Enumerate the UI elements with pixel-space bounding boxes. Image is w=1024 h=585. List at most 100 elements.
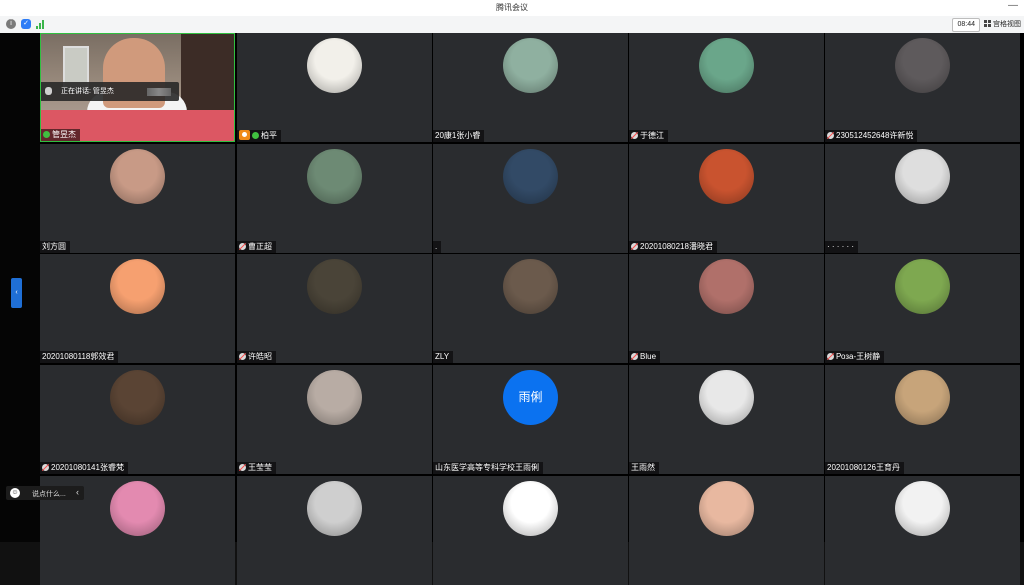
participant-name-tag: 柏平 xyxy=(237,130,281,142)
waveform-icon xyxy=(147,88,171,96)
meeting-toolbar: i ✓ 08:44 宫格视图 xyxy=(0,16,1024,34)
participant-tile[interactable]: 20康1张小睿 xyxy=(433,33,628,142)
participant-avatar xyxy=(503,38,558,93)
participant-avatar xyxy=(699,370,754,425)
host-icon xyxy=(239,130,250,140)
participant-tile[interactable]: · · · · · · xyxy=(825,144,1020,253)
participant-tile[interactable]: 曹正超 xyxy=(237,144,432,253)
participant-avatar xyxy=(895,38,950,93)
grid-view-button[interactable]: 宫格视图 xyxy=(984,19,1024,29)
video-grid: 正在讲话: 管昱杰 管昱杰 柏平 20康1张小睿 于德江 230512452648许新悦刘… xyxy=(40,33,1024,585)
participant-name-tag: 20201080141张睿梵 xyxy=(40,462,128,474)
participant-name: 管昱杰 xyxy=(52,130,76,139)
participant-avatar xyxy=(699,259,754,314)
participant-name-tag: · · · · · · xyxy=(825,241,859,253)
participant-name: 山东医学高等专科学校王雨俐 xyxy=(435,463,539,472)
participant-tile[interactable]: 王莹莹 xyxy=(237,365,432,474)
speaking-text: 正在讲话: 管昱杰 xyxy=(61,88,114,95)
mic-muted-icon xyxy=(42,464,49,471)
participant-tile[interactable]: 20201080126王育丹 xyxy=(825,365,1020,474)
participant-tile[interactable]: 王雨然 xyxy=(629,365,824,474)
participant-tile[interactable]: 于德江 xyxy=(629,33,824,142)
mic-muted-icon xyxy=(827,353,834,360)
participant-name: · · · · · · xyxy=(827,242,855,251)
participant-avatar xyxy=(699,149,754,204)
participant-name: 柏平 xyxy=(261,131,277,140)
participant-tile[interactable]: ZLY xyxy=(433,254,628,363)
participant-name: 230512452648许新悦 xyxy=(836,131,914,140)
participant-name-tag: Роза-王树静 xyxy=(825,351,885,363)
shield-icon[interactable]: ✓ xyxy=(21,19,31,29)
participant-avatar xyxy=(503,149,558,204)
participant-name: 许皓昭 xyxy=(248,352,272,361)
participant-avatar: 雨俐 xyxy=(503,370,558,425)
participant-name-tag: 230512452648许新悦 xyxy=(825,130,918,142)
participant-tile[interactable]: 20201080218潘晓君 xyxy=(629,144,824,253)
info-icon[interactable]: i xyxy=(6,19,16,29)
participant-name-tag: 曹正超 xyxy=(237,241,276,253)
mic-muted-icon xyxy=(827,132,834,139)
participant-tile[interactable]: 20201080141张睿梵 xyxy=(40,365,235,474)
participant-name-tag: 20201080118郭效君 xyxy=(40,351,119,363)
participant-avatar xyxy=(110,149,165,204)
participant-tile[interactable]: Роза-王树静 xyxy=(825,254,1020,363)
participant-avatar xyxy=(895,149,950,204)
participant-name-tag: 管昱杰 xyxy=(41,129,80,141)
participant-avatar xyxy=(307,38,362,93)
chat-input[interactable]: ☺ 说点什么... ‹ xyxy=(6,486,84,500)
chat-collapse-button[interactable]: ‹ xyxy=(76,487,79,497)
participant-avatar xyxy=(503,259,558,314)
participant-tile[interactable] xyxy=(237,476,432,585)
participant-tile[interactable]: 柏平 xyxy=(237,33,432,142)
mic-muted-icon xyxy=(239,243,246,250)
participant-name: Blue xyxy=(640,352,657,361)
participant-tile[interactable] xyxy=(629,476,824,585)
participant-avatar xyxy=(503,481,558,536)
minimize-button[interactable]: — xyxy=(1008,0,1018,11)
participant-name: 于德江 xyxy=(640,131,664,140)
emoji-icon[interactable]: ☺ xyxy=(10,488,20,498)
participant-name-tag: 山东医学高等专科学校王雨俐 xyxy=(433,462,543,474)
chat-placeholder: 说点什么... xyxy=(32,491,66,498)
grid-icon xyxy=(984,20,991,27)
participant-name: 20201080141张睿梵 xyxy=(51,463,124,472)
participant-avatar xyxy=(699,38,754,93)
participant-name: Роза-王树静 xyxy=(836,352,881,361)
participant-tile[interactable]: 刘方圆 xyxy=(40,144,235,253)
participant-tile[interactable]: . xyxy=(433,144,628,253)
mic-muted-icon xyxy=(239,464,246,471)
sidebar-expand-button[interactable]: ‹ xyxy=(11,278,22,308)
participant-avatar xyxy=(307,259,362,314)
participant-avatar xyxy=(307,149,362,204)
window-title: 腾讯会议 xyxy=(496,3,528,12)
participant-tile[interactable]: 许皓昭 xyxy=(237,254,432,363)
mic-muted-icon xyxy=(631,132,638,139)
participant-name-tag: 刘方圆 xyxy=(40,241,70,253)
participant-name-tag: ZLY xyxy=(433,351,454,363)
signal-icon[interactable] xyxy=(36,19,46,29)
participant-avatar xyxy=(895,370,950,425)
participant-avatar xyxy=(110,481,165,536)
participant-avatar xyxy=(699,481,754,536)
participant-name-tag: Blue xyxy=(629,351,661,363)
speaking-indicator: 正在讲话: 管昱杰 xyxy=(41,82,179,101)
participant-name-tag: 20康1张小睿 xyxy=(433,130,485,142)
participant-name: 20201080126王育丹 xyxy=(827,463,900,472)
participant-avatar xyxy=(307,481,362,536)
participant-avatar xyxy=(110,370,165,425)
participant-tile[interactable] xyxy=(433,476,628,585)
participant-tile[interactable]: Blue xyxy=(629,254,824,363)
participant-tile[interactable]: 雨俐山东医学高等专科学校王雨俐 xyxy=(433,365,628,474)
participant-avatar xyxy=(895,259,950,314)
participant-tile[interactable]: 正在讲话: 管昱杰管昱杰 xyxy=(40,33,235,142)
participant-name: 王莹莹 xyxy=(248,463,272,472)
participant-avatar xyxy=(895,481,950,536)
participant-name: 20201080218潘晓君 xyxy=(640,242,713,251)
participant-name: 刘方圆 xyxy=(42,242,66,251)
participant-tile[interactable]: 20201080118郭效君 xyxy=(40,254,235,363)
participant-name: 20康1张小睿 xyxy=(435,131,481,140)
participant-tile[interactable]: 230512452648许新悦 xyxy=(825,33,1020,142)
mic-icon xyxy=(252,132,259,139)
participant-tile[interactable] xyxy=(825,476,1020,585)
participant-name-tag: . xyxy=(433,241,442,253)
